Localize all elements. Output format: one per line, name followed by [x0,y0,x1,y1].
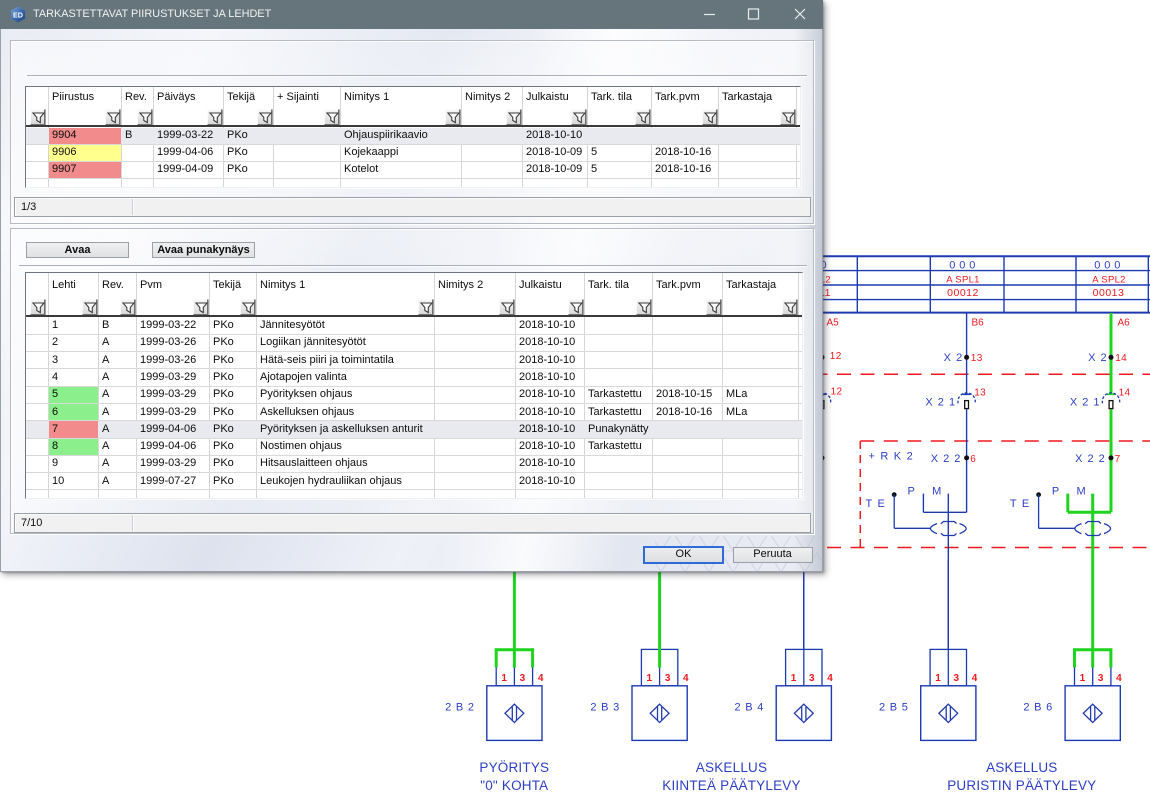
svg-text:14: 14 [1119,388,1131,399]
svg-text:13: 13 [971,353,983,364]
svg-text:ASKELLUS: ASKELLUS [696,760,767,775]
svg-text:3: 3 [1098,673,1104,684]
svg-text:A6: A6 [1118,318,1131,329]
svg-text:1: 1 [647,673,653,684]
svg-text:1: 1 [791,673,797,684]
svg-text:T E: T E [865,498,886,510]
svg-text:3: 3 [520,673,526,684]
svg-text:00013: 00013 [1093,287,1125,299]
svg-text:4: 4 [972,673,978,684]
svg-text:1: 1 [935,673,941,684]
svg-text:3: 3 [954,673,960,684]
svg-text:0 0 0: 0 0 0 [949,259,975,271]
svg-text:X 2: X 2 [944,352,964,364]
svg-text:M: M [932,486,941,498]
svg-text:2 B 5: 2 B 5 [879,702,909,714]
svg-text:X 2 1: X 2 1 [1070,397,1101,409]
svg-text:PYÖRITYS: PYÖRITYS [479,760,549,775]
svg-text:2 B 3: 2 B 3 [590,702,620,714]
svg-text:+ R K 2: + R K 2 [869,451,914,463]
svg-text:P: P [908,486,915,498]
svg-text:13: 13 [974,388,986,399]
svg-text:P: P [1052,486,1059,498]
svg-text:6: 6 [970,454,976,465]
svg-text:2 B 4: 2 B 4 [735,702,765,714]
svg-text:X 2: X 2 [1088,352,1108,364]
svg-text:PURISTIN PÄÄTYLEVY: PURISTIN PÄÄTYLEVY [947,778,1096,793]
svg-text:2 B 6: 2 B 6 [1023,702,1053,714]
svg-text:0 0 0: 0 0 0 [1094,259,1120,271]
svg-text:ED: ED [13,10,23,19]
svg-text:3: 3 [809,673,815,684]
svg-text:4: 4 [1116,673,1122,684]
svg-text:7: 7 [1115,454,1121,465]
svg-text:14: 14 [1115,353,1127,364]
svg-text:T E: T E [1010,498,1031,510]
svg-text:2 B 2: 2 B 2 [445,702,475,714]
svg-text:00012: 00012 [947,287,979,299]
svg-text:A SPL2: A SPL2 [1092,275,1126,286]
svg-text:M: M [1077,486,1086,498]
svg-text:A5: A5 [827,318,840,329]
svg-text:4: 4 [827,673,833,684]
svg-text:A SPL1: A SPL1 [946,275,980,286]
svg-text:"0" KOHTA: "0" KOHTA [480,778,548,793]
svg-text:4: 4 [538,673,544,684]
svg-text:ASKELLUS: ASKELLUS [986,760,1057,775]
svg-text:X 2 2: X 2 2 [931,453,962,465]
svg-text:12: 12 [830,351,842,362]
svg-text:3: 3 [665,673,671,684]
svg-text:1: 1 [1080,673,1086,684]
svg-text:12: 12 [831,387,843,398]
svg-text:X 2 1: X 2 1 [925,397,956,409]
svg-text:X 2 2: X 2 2 [1075,453,1106,465]
svg-text:B6: B6 [972,318,985,329]
svg-text:1: 1 [501,673,507,684]
svg-text:KIINTEÄ PÄÄTYLEVY: KIINTEÄ PÄÄTYLEVY [662,778,800,793]
svg-text:4: 4 [683,673,689,684]
